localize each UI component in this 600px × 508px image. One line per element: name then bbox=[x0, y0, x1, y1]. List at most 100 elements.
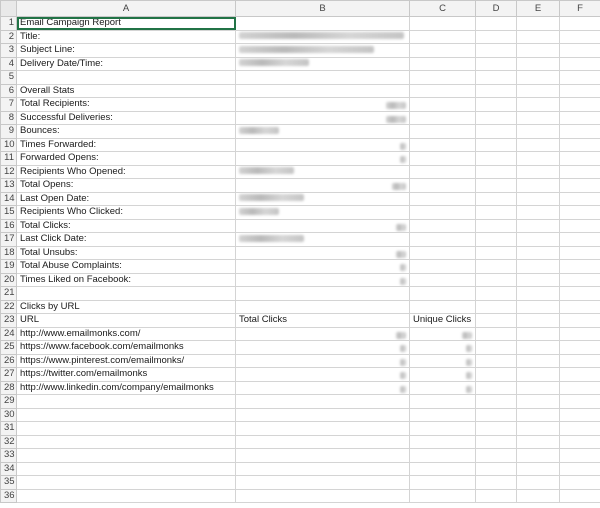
cell-f[interactable] bbox=[559, 488, 600, 503]
row-header[interactable]: 20 bbox=[0, 272, 17, 287]
cell-a[interactable] bbox=[16, 488, 236, 503]
cell-a[interactable]: Total Unsubs: bbox=[16, 245, 236, 260]
row-header[interactable]: 28 bbox=[0, 380, 17, 395]
cell-a[interactable]: http://www.emailmonks.com/ bbox=[16, 326, 236, 341]
cell-f[interactable] bbox=[559, 43, 600, 58]
cell-e[interactable] bbox=[516, 232, 560, 247]
cell-c[interactable] bbox=[409, 394, 476, 409]
cell-b[interactable] bbox=[235, 259, 410, 274]
row-header[interactable]: 12 bbox=[0, 164, 17, 179]
cell-f[interactable] bbox=[559, 164, 600, 179]
row-header[interactable]: 10 bbox=[0, 137, 17, 152]
cell-f[interactable] bbox=[559, 326, 600, 341]
cell-d[interactable] bbox=[475, 353, 517, 368]
cell-a[interactable]: Forwarded Opens: bbox=[16, 151, 236, 166]
cell-d[interactable] bbox=[475, 286, 517, 301]
column-header-b[interactable]: B bbox=[235, 0, 410, 17]
cell-e[interactable] bbox=[516, 367, 560, 382]
cell-d[interactable] bbox=[475, 475, 517, 490]
row-header[interactable]: 14 bbox=[0, 191, 17, 206]
cell-d[interactable] bbox=[475, 421, 517, 436]
cell-e[interactable] bbox=[516, 448, 560, 463]
row-header[interactable]: 30 bbox=[0, 407, 17, 422]
cell-b[interactable] bbox=[235, 353, 410, 368]
cell-e[interactable] bbox=[516, 259, 560, 274]
cell-c[interactable] bbox=[409, 124, 476, 139]
cell-a[interactable]: Total Opens: bbox=[16, 178, 236, 193]
cell-e[interactable] bbox=[516, 43, 560, 58]
cell-b[interactable] bbox=[235, 299, 410, 314]
column-header-c[interactable]: C bbox=[409, 0, 476, 17]
cell-e[interactable] bbox=[516, 191, 560, 206]
cell-d[interactable] bbox=[475, 137, 517, 152]
cell-f[interactable] bbox=[559, 29, 600, 44]
row-header[interactable]: 19 bbox=[0, 259, 17, 274]
cell-b[interactable] bbox=[235, 110, 410, 125]
cell-e[interactable] bbox=[516, 124, 560, 139]
cell-c[interactable] bbox=[409, 340, 476, 355]
cell-c[interactable] bbox=[409, 43, 476, 58]
cell-c[interactable] bbox=[409, 367, 476, 382]
cell-a[interactable]: Total Recipients: bbox=[16, 97, 236, 112]
cell-a[interactable]: Times Liked on Facebook: bbox=[16, 272, 236, 287]
cell-a[interactable]: URL bbox=[16, 313, 236, 328]
cell-f[interactable] bbox=[559, 340, 600, 355]
cell-a[interactable]: Total Clicks: bbox=[16, 218, 236, 233]
cell-b[interactable] bbox=[235, 286, 410, 301]
column-header-d[interactable]: D bbox=[475, 0, 517, 17]
cell-b[interactable] bbox=[235, 56, 410, 71]
cell-a[interactable]: Title: bbox=[16, 29, 236, 44]
cell-d[interactable] bbox=[475, 434, 517, 449]
column-header-f[interactable]: F bbox=[559, 0, 600, 17]
cell-a[interactable]: Recipients Who Clicked: bbox=[16, 205, 236, 220]
cell-b[interactable] bbox=[235, 232, 410, 247]
cell-f[interactable] bbox=[559, 286, 600, 301]
row-header[interactable]: 13 bbox=[0, 178, 17, 193]
cell-e[interactable] bbox=[516, 151, 560, 166]
cell-a[interactable]: Email Campaign Report bbox=[16, 16, 236, 31]
row-header[interactable]: 31 bbox=[0, 421, 17, 436]
cell-d[interactable] bbox=[475, 29, 517, 44]
cell-b[interactable] bbox=[235, 394, 410, 409]
cell-a[interactable]: Times Forwarded: bbox=[16, 137, 236, 152]
cell-a[interactable]: Recipients Who Opened: bbox=[16, 164, 236, 179]
cell-f[interactable] bbox=[559, 16, 600, 31]
row-header[interactable]: 24 bbox=[0, 326, 17, 341]
cell-c[interactable] bbox=[409, 488, 476, 503]
cell-d[interactable] bbox=[475, 43, 517, 58]
cell-b[interactable]: Total Clicks bbox=[235, 313, 410, 328]
row-header[interactable]: 8 bbox=[0, 110, 17, 125]
cell-d[interactable] bbox=[475, 16, 517, 31]
cell-e[interactable] bbox=[516, 70, 560, 85]
cell-b[interactable] bbox=[235, 421, 410, 436]
cell-d[interactable] bbox=[475, 124, 517, 139]
cell-a[interactable]: Successful Deliveries: bbox=[16, 110, 236, 125]
cell-f[interactable] bbox=[559, 137, 600, 152]
cell-f[interactable] bbox=[559, 353, 600, 368]
cell-d[interactable] bbox=[475, 326, 517, 341]
cell-f[interactable] bbox=[559, 475, 600, 490]
cell-d[interactable] bbox=[475, 83, 517, 98]
cell-a[interactable] bbox=[16, 434, 236, 449]
cell-b[interactable] bbox=[235, 29, 410, 44]
cell-a[interactable]: https://twitter.com/emailmonks bbox=[16, 367, 236, 382]
row-header[interactable]: 5 bbox=[0, 70, 17, 85]
cell-b[interactable] bbox=[235, 43, 410, 58]
cell-c[interactable] bbox=[409, 110, 476, 125]
column-header-e[interactable]: E bbox=[516, 0, 560, 17]
cell-e[interactable] bbox=[516, 475, 560, 490]
cell-c[interactable] bbox=[409, 407, 476, 422]
cell-d[interactable] bbox=[475, 299, 517, 314]
cell-e[interactable] bbox=[516, 97, 560, 112]
cell-e[interactable] bbox=[516, 407, 560, 422]
cell-c[interactable] bbox=[409, 475, 476, 490]
cell-e[interactable] bbox=[516, 380, 560, 395]
cell-e[interactable] bbox=[516, 272, 560, 287]
cell-f[interactable] bbox=[559, 313, 600, 328]
cell-d[interactable] bbox=[475, 272, 517, 287]
cell-f[interactable] bbox=[559, 83, 600, 98]
cell-e[interactable] bbox=[516, 313, 560, 328]
row-header[interactable]: 23 bbox=[0, 313, 17, 328]
cell-c[interactable] bbox=[409, 29, 476, 44]
cell-c[interactable] bbox=[409, 326, 476, 341]
